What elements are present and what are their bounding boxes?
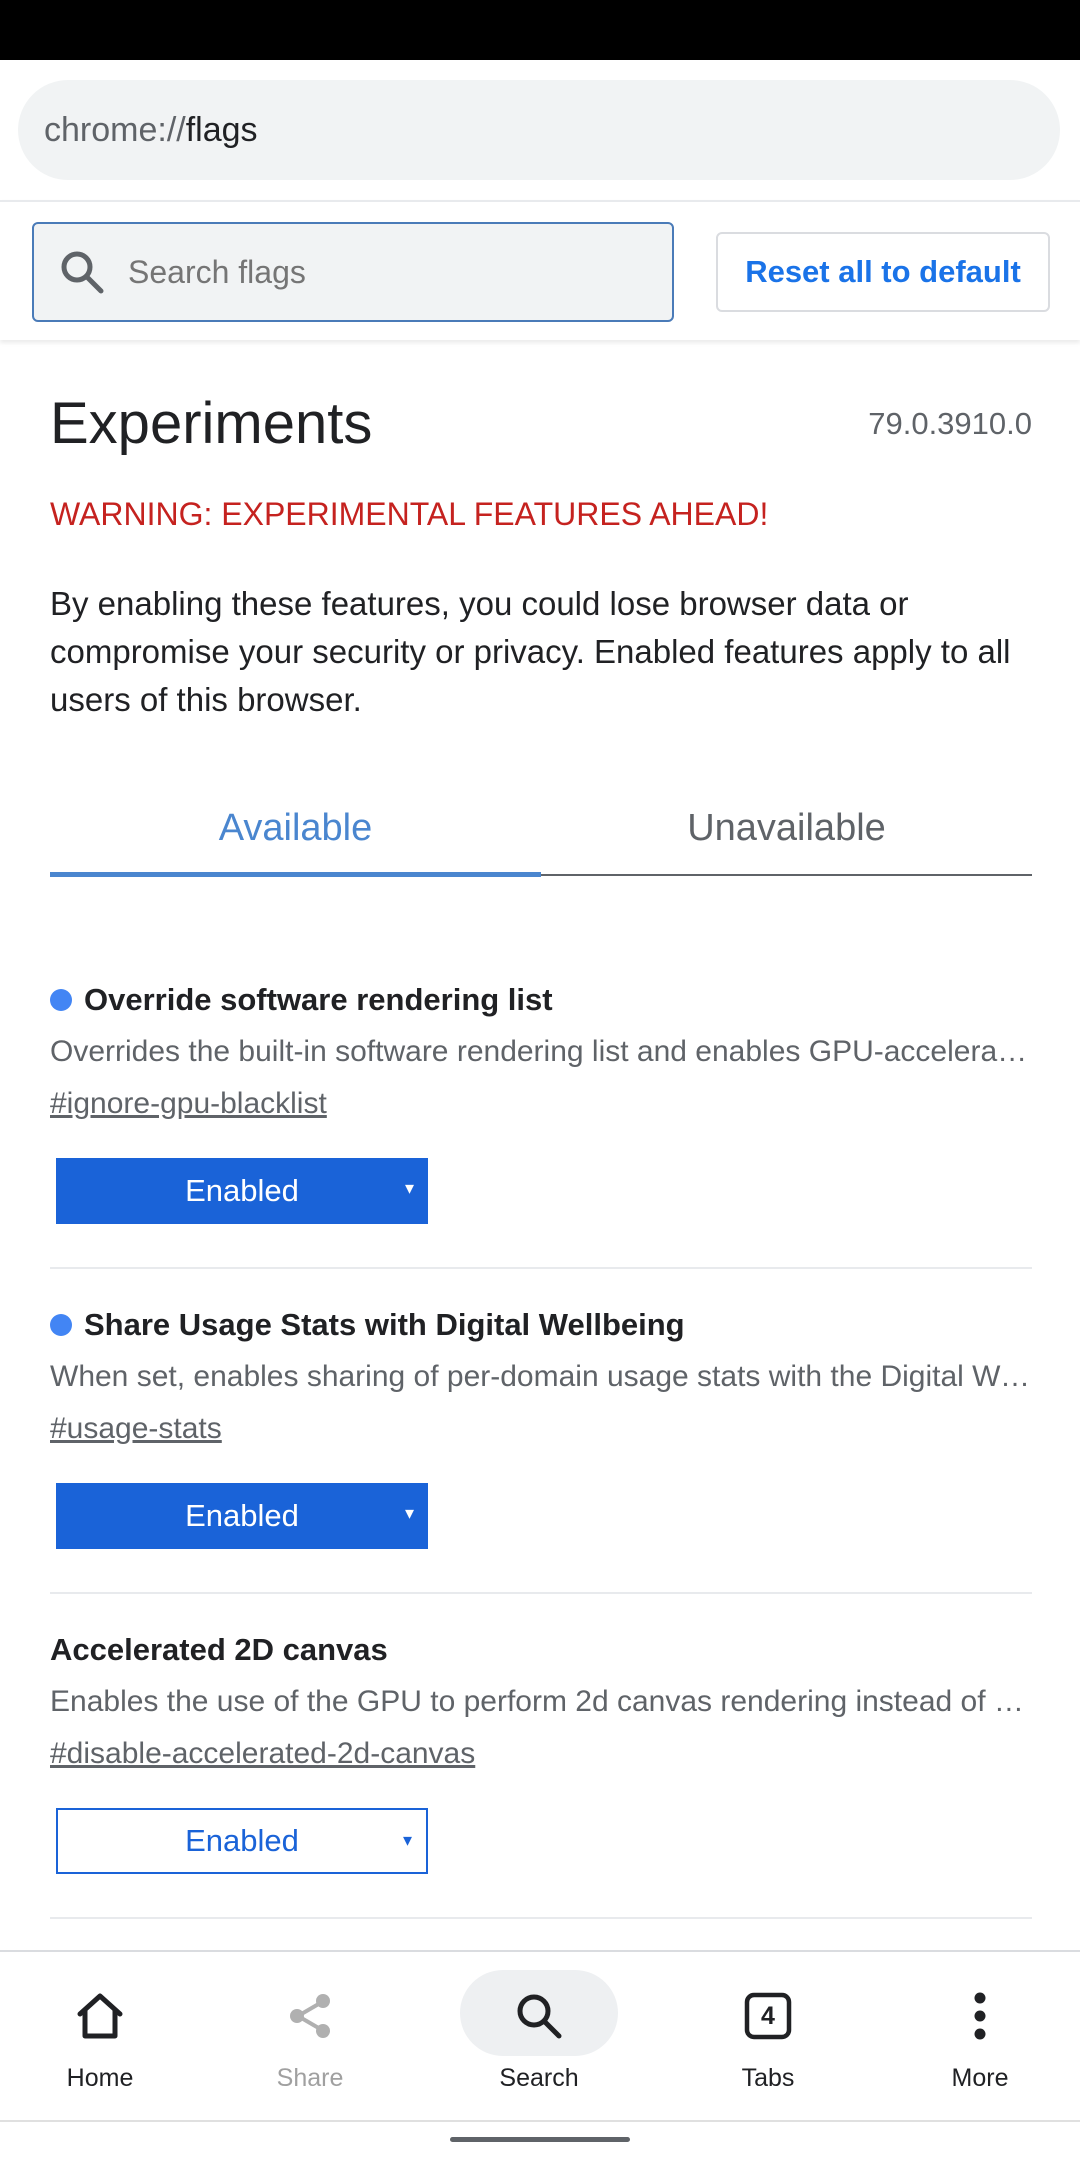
flag-description: Enables the use of the GPU to perform 2d… bbox=[50, 1685, 1032, 1718]
more-vert-icon bbox=[950, 1986, 1010, 2046]
flag-anchor-link[interactable]: #disable-accelerated-2d-canvas bbox=[50, 1734, 475, 1774]
flag-item: Override software rendering list Overrid… bbox=[50, 980, 1032, 1269]
flag-anchor-link[interactable]: #ignore-gpu-blacklist bbox=[50, 1084, 327, 1124]
flag-select[interactable]: Enabled ▾ bbox=[56, 1808, 428, 1874]
flag-select-value: Enabled bbox=[185, 1823, 299, 1858]
tab-unavailable[interactable]: Unavailable bbox=[541, 780, 1032, 876]
tabs-icon: 4 bbox=[738, 1986, 798, 2046]
home-icon bbox=[70, 1986, 130, 2046]
flag-title: Accelerated 2D canvas bbox=[50, 1632, 388, 1667]
warning-description: By enabling these features, you could lo… bbox=[50, 585, 1011, 718]
flag-anchor-link[interactable]: #usage-stats bbox=[50, 1409, 222, 1449]
gesture-handle[interactable] bbox=[450, 2137, 630, 2142]
flag-select[interactable]: Enabled ▾ bbox=[56, 1483, 428, 1549]
nav-label: More bbox=[951, 2064, 1009, 2092]
nav-label: Home bbox=[66, 2064, 134, 2092]
omnibox[interactable]: chrome://flags bbox=[18, 80, 1060, 180]
dropdown-caret-icon: ▾ bbox=[404, 1503, 414, 1523]
share-icon bbox=[280, 1986, 340, 2046]
flag-select-value: Enabled bbox=[185, 1498, 299, 1533]
search-icon bbox=[509, 1986, 569, 2046]
nav-tabs[interactable]: 4 Tabs bbox=[708, 1952, 828, 2124]
address-bar-area: chrome://flags bbox=[0, 60, 1080, 200]
tab-selected-indicator bbox=[50, 872, 541, 877]
nav-search[interactable]: Search bbox=[479, 1952, 599, 2124]
flag-title: Override software rendering list bbox=[84, 982, 553, 1017]
nav-label: Tabs bbox=[741, 2064, 795, 2092]
flag-title-row: Accelerated 2D canvas bbox=[50, 1630, 1032, 1670]
nav-home[interactable]: Home bbox=[40, 1952, 160, 2124]
warning-text: WARNING: EXPERIMENTAL FEATURES AHEAD! bbox=[50, 496, 769, 532]
search-input[interactable] bbox=[128, 253, 648, 291]
url-scheme: chrome:// bbox=[44, 110, 186, 149]
flag-title-row: Share Usage Stats with Digital Wellbeing bbox=[50, 1305, 1032, 1345]
nav-more[interactable]: More bbox=[920, 1952, 1040, 2124]
url-host: flags bbox=[185, 110, 258, 149]
tab-count: 4 bbox=[761, 2001, 775, 2030]
search-icon bbox=[58, 248, 106, 296]
bottom-toolbar: Home Share Search 4 Tabs More bbox=[0, 1950, 1080, 2122]
flag-item: Accelerated 2D canvas Enables the use of… bbox=[50, 1630, 1032, 1919]
nav-label: Share bbox=[276, 2064, 344, 2092]
flag-description: When set, enables sharing of per-domain … bbox=[50, 1360, 1032, 1393]
flag-item: Share Usage Stats with Digital Wellbeing… bbox=[50, 1305, 1032, 1594]
flag-title-row: Override software rendering list bbox=[50, 980, 1032, 1020]
experiments-content: Experiments 79.0.3910.0 WARNING: EXPERIM… bbox=[0, 340, 1080, 1950]
reset-all-button[interactable]: Reset all to default bbox=[716, 232, 1050, 312]
flag-select[interactable]: Enabled ▾ bbox=[56, 1158, 428, 1224]
nav-share[interactable]: Share bbox=[250, 1952, 370, 2124]
tab-available[interactable]: Available bbox=[50, 780, 541, 876]
modified-dot-icon bbox=[50, 989, 72, 1011]
tab-bar: Available Unavailable bbox=[50, 780, 1032, 877]
dropdown-caret-icon: ▾ bbox=[404, 1178, 414, 1198]
flags-search-bar: Reset all to default bbox=[0, 200, 1080, 340]
status-bar bbox=[0, 0, 1080, 60]
nav-label: Search bbox=[499, 2064, 579, 2092]
flag-description: Overrides the built-in software renderin… bbox=[50, 1035, 1032, 1068]
flag-select-value: Enabled bbox=[185, 1173, 299, 1208]
dropdown-caret-icon: ▾ bbox=[402, 1830, 412, 1850]
flag-title: Share Usage Stats with Digital Wellbeing bbox=[84, 1307, 685, 1342]
modified-dot-icon bbox=[50, 1314, 72, 1336]
search-box[interactable] bbox=[32, 222, 674, 322]
version-label: 79.0.3910.0 bbox=[868, 406, 1032, 441]
page-title: Experiments bbox=[50, 391, 373, 456]
